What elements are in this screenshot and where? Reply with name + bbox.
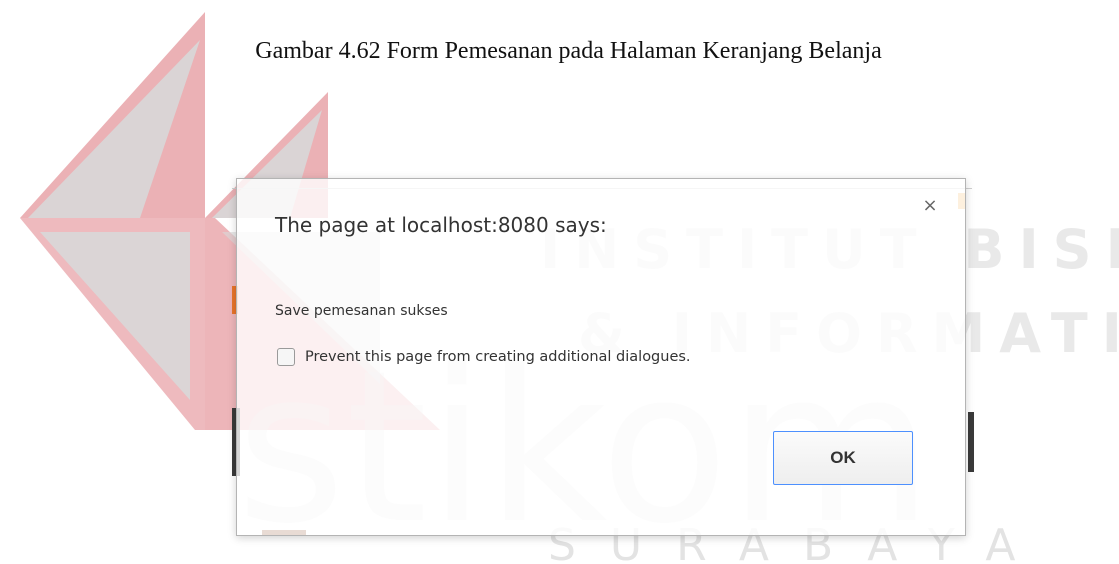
- alert-dialog: The page at localhost:8080 says: × Save …: [236, 178, 966, 536]
- dialog-title: The page at localhost:8080 says:: [275, 213, 607, 237]
- ok-button[interactable]: OK: [773, 431, 913, 485]
- prevent-dialogs-checkbox[interactable]: [277, 348, 295, 366]
- prevent-dialogs-row[interactable]: Prevent this page from creating addition…: [277, 345, 691, 369]
- figure-caption: Gambar 4.62 Form Pemesanan pada Halaman …: [255, 38, 882, 64]
- close-icon[interactable]: ×: [919, 195, 941, 217]
- dialog-message: Save pemesanan sukses: [275, 303, 448, 319]
- browser-background-dark-right: [968, 412, 974, 472]
- prevent-dialogs-label[interactable]: Prevent this page from creating addition…: [305, 349, 691, 365]
